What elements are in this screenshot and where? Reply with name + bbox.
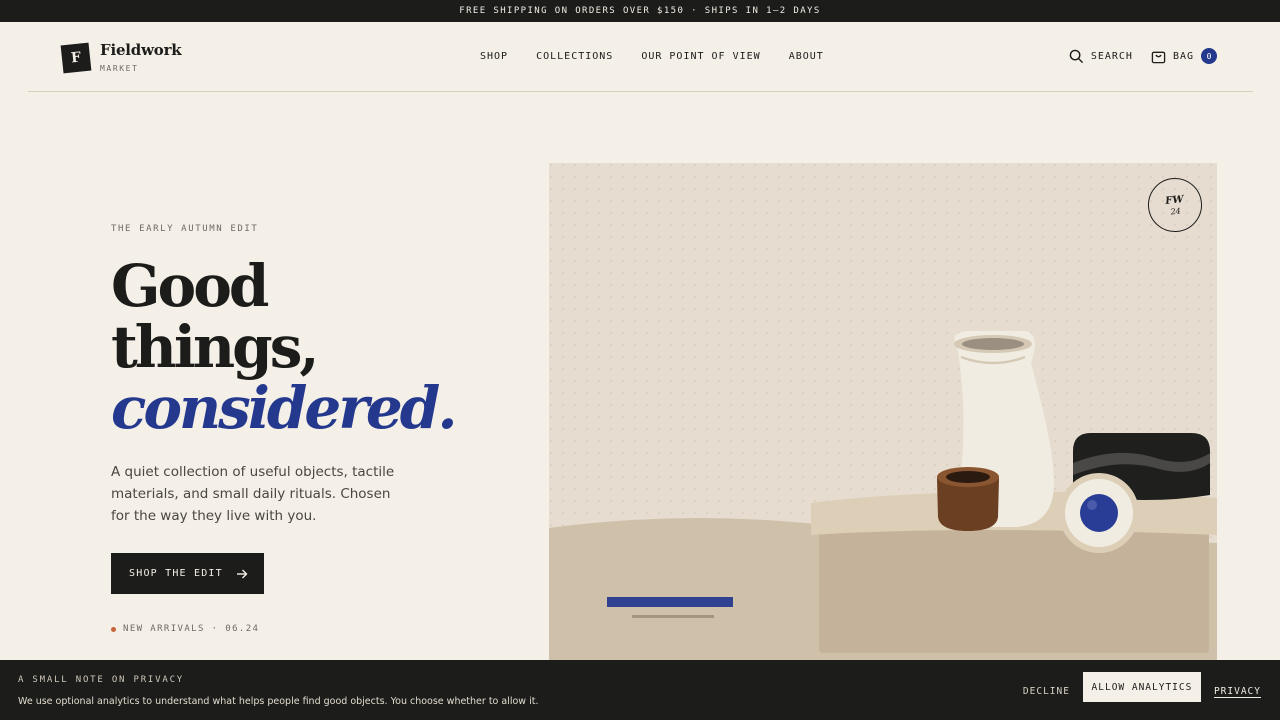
search-button[interactable]: SEARCH: [1069, 49, 1133, 64]
main-nav: SHOP COLLECTIONS OUR POINT OF VIEW ABOUT: [480, 51, 824, 62]
logo[interactable]: F Fieldwork MARKET: [60, 41, 182, 74]
arrivals-text: NEW ARRIVALS · 06.24: [123, 624, 260, 634]
search-label: SEARCH: [1090, 50, 1133, 62]
still-life-illustration: [549, 163, 1217, 660]
arrow-right-icon: [237, 569, 248, 578]
announcement-bar: FREE SHIPPING ON ORDERS OVER $150 · SHIP…: [0, 0, 1280, 22]
hero-headline: Good things, considered.: [111, 252, 458, 442]
site-header: F Fieldwork MARKET SHOP COLLECTIONS OUR …: [28, 22, 1253, 92]
privacy-actions: DECLINE ALLOW ANALYTICS PRIVACY: [1023, 672, 1261, 702]
blue-orb: [1080, 494, 1118, 532]
nav-shop[interactable]: SHOP: [480, 51, 508, 62]
shop-the-edit-button[interactable]: SHOP THE EDIT: [111, 553, 264, 594]
plinth: [819, 525, 1209, 653]
decline-button[interactable]: DECLINE: [1023, 686, 1070, 697]
nav-point-of-view[interactable]: OUR POINT OF VIEW: [641, 51, 760, 62]
stripe-shadow: [632, 615, 714, 618]
nav-about[interactable]: ABOUT: [789, 51, 824, 62]
headline-line-2: things,: [111, 313, 320, 381]
header-actions: SEARCH BAG 0: [1069, 48, 1217, 64]
bag-count-badge: 0: [1201, 48, 1217, 64]
hero-copy: THE EARLY AUTUMN EDIT Good things, consi…: [111, 224, 458, 634]
season-badge-line-2: 24: [1170, 205, 1182, 216]
privacy-banner-title: A SMALL NOTE ON PRIVACY: [18, 675, 185, 685]
privacy-banner-text: We use optional analytics to understand …: [18, 696, 539, 707]
search-icon: [1069, 49, 1083, 63]
headline-line-1: Good: [111, 252, 269, 320]
announcement-text: FREE SHIPPING ON ORDERS OVER $150 · SHIP…: [459, 6, 821, 16]
privacy-banner: A SMALL NOTE ON PRIVACY We use optional …: [0, 660, 1280, 720]
allow-analytics-button[interactable]: ALLOW ANALYTICS: [1082, 672, 1201, 702]
hero-illustration: FW 24: [549, 163, 1217, 660]
privacy-link[interactable]: PRIVACY: [1214, 686, 1261, 697]
hero-lede: A quiet collection of useful objects, ta…: [111, 464, 395, 524]
hero-kicker: THE EARLY AUTUMN EDIT: [111, 224, 259, 234]
nav-collections[interactable]: COLLECTIONS: [536, 51, 613, 62]
new-arrivals-note: NEW ARRIVALS · 06.24: [111, 624, 431, 634]
bag-label: BAG: [1172, 50, 1194, 62]
bag-button[interactable]: BAG 0: [1151, 48, 1217, 64]
logo-mark: F: [60, 42, 92, 74]
headline-line-3: considered.: [111, 374, 458, 442]
bag-icon: [1151, 51, 1166, 63]
status-dot: [111, 626, 116, 632]
blue-stripe: [607, 597, 733, 607]
cta-label: SHOP THE EDIT: [129, 568, 223, 579]
brand-sub: MARKET: [100, 64, 139, 73]
season-badge-line-1: FW: [1164, 193, 1185, 207]
brand-name: Fieldwork: [100, 41, 182, 59]
